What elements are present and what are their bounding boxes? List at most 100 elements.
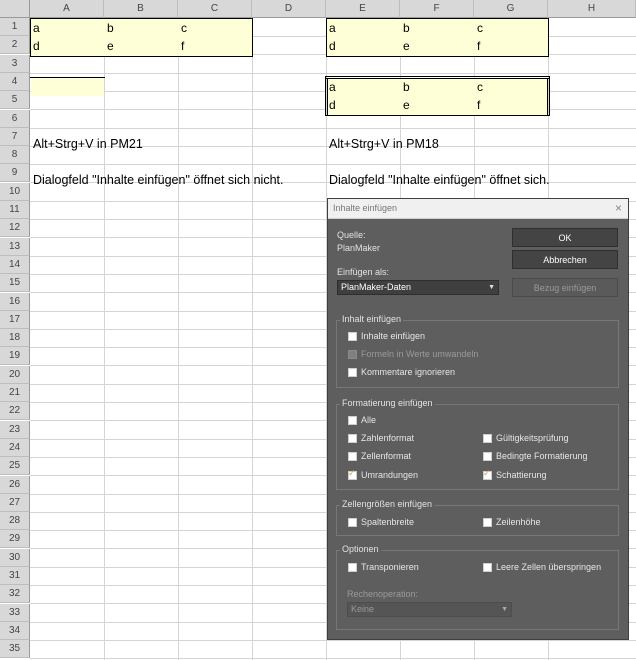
row-header[interactable]: 24 bbox=[0, 438, 30, 457]
ignore-comments-checkbox[interactable] bbox=[348, 368, 357, 377]
ok-button[interactable]: OK bbox=[512, 228, 618, 247]
dialog-titlebar[interactable]: Inhalte einfügen × bbox=[328, 199, 628, 219]
border bbox=[325, 76, 326, 116]
row-header[interactable]: 32 bbox=[0, 585, 30, 604]
row-header[interactable]: 25 bbox=[0, 457, 30, 476]
row-header[interactable]: 12 bbox=[0, 219, 30, 238]
row-header[interactable]: 17 bbox=[0, 310, 30, 329]
cell-C1[interactable]: c bbox=[179, 19, 187, 37]
row-header[interactable]: 14 bbox=[0, 255, 30, 274]
borders-checkbox[interactable]: ✓ bbox=[348, 468, 357, 480]
cell-E9-right-result[interactable]: Dialogfeld "Inhalte einfügen" öffnet sic… bbox=[329, 171, 550, 189]
cell-F2[interactable]: e bbox=[401, 37, 410, 55]
row-header[interactable]: 15 bbox=[0, 274, 30, 293]
row-height-checkbox[interactable] bbox=[483, 518, 492, 527]
cell-E7-right-shortcut[interactable]: Alt+Strg+V in PM18 bbox=[329, 135, 439, 153]
grid-line bbox=[252, 18, 253, 660]
column-header[interactable]: C bbox=[178, 0, 252, 18]
row-header[interactable]: 10 bbox=[0, 182, 30, 201]
border bbox=[548, 18, 549, 57]
format-all-checkbox[interactable] bbox=[348, 416, 357, 425]
cell-F4[interactable]: b bbox=[401, 78, 410, 96]
cell-E1[interactable]: a bbox=[327, 19, 336, 37]
cell-E5[interactable]: d bbox=[327, 96, 336, 114]
cell-F1[interactable]: b bbox=[401, 19, 410, 37]
row-header[interactable]: 23 bbox=[0, 420, 30, 439]
row-header[interactable]: 2 bbox=[0, 36, 30, 55]
row-header[interactable]: 13 bbox=[0, 237, 30, 256]
row-header[interactable]: 26 bbox=[0, 475, 30, 494]
validation-checkbox[interactable] bbox=[483, 434, 492, 443]
formulas-to-values-checkbox[interactable] bbox=[348, 350, 357, 359]
column-header[interactable]: E bbox=[326, 0, 400, 18]
row-header[interactable]: 18 bbox=[0, 329, 30, 348]
cell-G4[interactable]: c bbox=[475, 78, 483, 96]
border bbox=[326, 78, 549, 79]
row-header[interactable]: 29 bbox=[0, 530, 30, 549]
row-header[interactable]: 6 bbox=[0, 109, 30, 128]
paste-as-dropdown[interactable]: PlanMaker-Daten ▼ bbox=[337, 280, 499, 295]
row-header[interactable]: 21 bbox=[0, 384, 30, 402]
cell-G2[interactable]: f bbox=[475, 37, 480, 55]
row-header[interactable]: 20 bbox=[0, 365, 30, 384]
row-header[interactable]: 35 bbox=[0, 640, 30, 659]
column-header[interactable]: B bbox=[104, 0, 178, 18]
paste-contents-checkbox[interactable] bbox=[348, 332, 357, 341]
column-header[interactable]: H bbox=[548, 0, 636, 18]
cancel-button[interactable]: Abbrechen bbox=[512, 250, 618, 269]
content-group-title: Inhalt einfügen bbox=[340, 314, 404, 324]
border bbox=[30, 77, 105, 78]
cell-A1[interactable]: a bbox=[31, 19, 40, 37]
cell-A9-left-result[interactable]: Dialogfeld "Inhalte einfügen" öffnet sic… bbox=[33, 171, 283, 189]
shading-checkbox[interactable]: ✓ bbox=[483, 468, 492, 480]
conditional-format-checkbox[interactable] bbox=[483, 452, 492, 461]
row-header[interactable]: 31 bbox=[0, 567, 30, 585]
grid-line bbox=[30, 72, 636, 74]
row-header[interactable]: 28 bbox=[0, 512, 30, 531]
cell-B1[interactable]: b bbox=[105, 19, 114, 37]
cell-G5[interactable]: f bbox=[475, 96, 480, 114]
cell-A7-left-shortcut[interactable]: Alt+Strg+V in PM21 bbox=[33, 135, 143, 153]
column-header[interactable]: G bbox=[474, 0, 548, 18]
cell-format-label: Zellenformat bbox=[361, 451, 412, 461]
column-header[interactable]: A bbox=[30, 0, 104, 18]
column-width-checkbox[interactable] bbox=[348, 518, 357, 527]
row-header[interactable]: 27 bbox=[0, 493, 30, 512]
calc-operation-label: Rechenoperation: bbox=[347, 589, 419, 599]
paste-contents-label: Inhalte einfügen bbox=[361, 331, 426, 341]
row-header[interactable]: 16 bbox=[0, 292, 30, 311]
row-header[interactable]: 19 bbox=[0, 347, 30, 366]
cell-F5[interactable]: e bbox=[401, 96, 410, 114]
row-header[interactable]: 3 bbox=[0, 54, 30, 73]
row-header[interactable]: 5 bbox=[0, 91, 30, 110]
row-header[interactable]: 34 bbox=[0, 621, 30, 640]
calc-operation-dropdown[interactable]: Keine ▼ bbox=[347, 602, 512, 617]
paste-link-button[interactable]: Bezug einfügen bbox=[512, 278, 618, 297]
row-header[interactable]: 9 bbox=[0, 164, 30, 183]
row-header[interactable]: 22 bbox=[0, 402, 30, 421]
column-header[interactable]: D bbox=[252, 0, 326, 18]
row-header[interactable]: 30 bbox=[0, 548, 30, 567]
cell-E4[interactable]: a bbox=[327, 78, 336, 96]
row-header[interactable]: 1 bbox=[0, 18, 30, 36]
cell-A2[interactable]: d bbox=[31, 37, 40, 55]
row-header[interactable]: 4 bbox=[0, 72, 30, 91]
close-icon[interactable]: × bbox=[615, 201, 622, 215]
number-format-checkbox[interactable] bbox=[348, 434, 357, 443]
cell-G1[interactable]: c bbox=[475, 19, 483, 37]
transpose-checkbox[interactable] bbox=[348, 563, 357, 572]
shading-label: Schattierung bbox=[496, 470, 547, 480]
skip-blanks-checkbox[interactable] bbox=[483, 563, 492, 572]
cell-format-checkbox[interactable] bbox=[348, 452, 357, 461]
column-header[interactable]: F bbox=[400, 0, 474, 18]
row-header[interactable]: 7 bbox=[0, 127, 30, 146]
row-header[interactable]: 8 bbox=[0, 146, 30, 165]
formulas-to-values-label: Formeln in Werte umwandeln bbox=[361, 349, 479, 359]
cell-C2[interactable]: f bbox=[179, 37, 184, 55]
cell-B2[interactable]: e bbox=[105, 37, 114, 55]
column-width-label: Spaltenbreite bbox=[361, 517, 415, 527]
row-header[interactable]: 33 bbox=[0, 603, 30, 622]
cell-E2[interactable]: d bbox=[327, 37, 336, 55]
select-all-corner[interactable] bbox=[0, 0, 30, 18]
row-header[interactable]: 11 bbox=[0, 201, 30, 219]
